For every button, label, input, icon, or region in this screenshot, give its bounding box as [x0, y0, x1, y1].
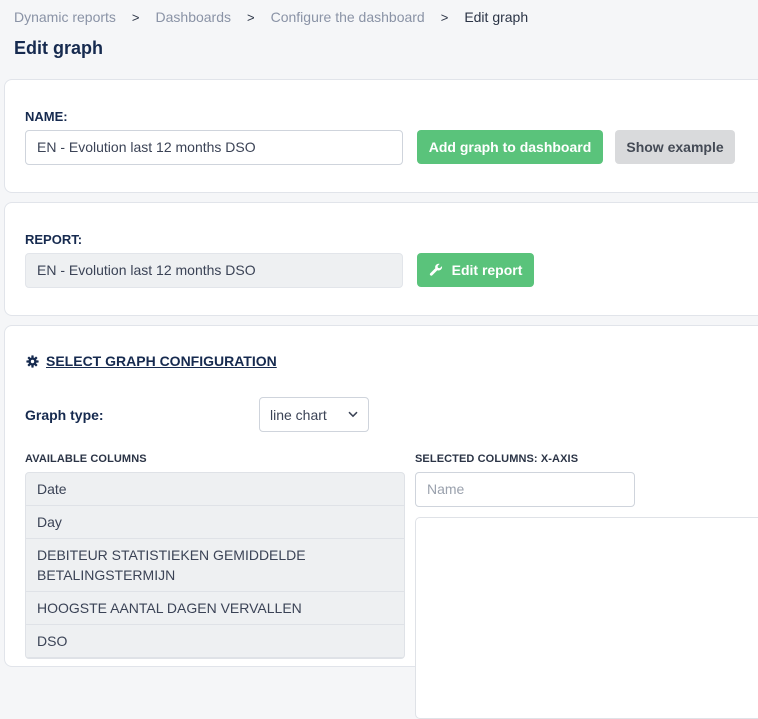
edit-report-label: Edit report — [451, 262, 523, 278]
xaxis-name-input[interactable]: Name — [415, 472, 635, 507]
edit-report-button[interactable]: Edit report — [417, 253, 534, 287]
column-item-date[interactable]: Date — [26, 473, 404, 506]
selected-xaxis-label: SELECTED COLUMNS: X-AXIS — [415, 453, 579, 465]
report-name-field: EN - Evolution last 12 months DSO — [25, 253, 403, 288]
column-item-dso[interactable]: DSO — [26, 625, 404, 658]
available-columns-label: AVAILABLE COLUMNS — [25, 453, 147, 465]
graph-type-select[interactable]: line chart — [259, 397, 369, 432]
gear-icon — [26, 354, 39, 368]
chevron-right-icon: > — [131, 9, 140, 25]
graph-type-label: Graph type: — [25, 407, 104, 423]
chevron-down-icon — [348, 411, 358, 418]
report-label: REPORT: — [25, 232, 83, 247]
wrench-icon — [429, 263, 442, 276]
show-example-button[interactable]: Show example — [615, 130, 735, 164]
breadcrumb-dynamic-reports[interactable]: Dynamic reports — [14, 9, 116, 25]
graph-type-value: line chart — [270, 406, 327, 423]
column-item-day[interactable]: Day — [26, 506, 404, 539]
select-graph-configuration-link[interactable]: SELECT GRAPH CONFIGURATION — [26, 353, 277, 369]
select-graph-configuration-label: SELECT GRAPH CONFIGURATION — [46, 353, 277, 369]
available-columns-list: Date Day DEBITEUR STATISTIEKEN GEMIDDELD… — [25, 472, 405, 659]
breadcrumb: Dynamic reports > Dashboards > Configure… — [14, 9, 528, 25]
xaxis-drop-zone[interactable] — [415, 517, 758, 719]
breadcrumb-configure-dashboard[interactable]: Configure the dashboard — [271, 9, 425, 25]
name-card: NAME: EN - Evolution last 12 months DSO … — [4, 79, 758, 193]
chevron-right-icon: > — [247, 9, 255, 25]
graph-config-card: SELECT GRAPH CONFIGURATION Graph type: l… — [4, 325, 758, 719]
breadcrumb-edit-graph: Edit graph — [464, 9, 529, 25]
add-graph-to-dashboard-button[interactable]: Add graph to dashboard — [417, 130, 603, 164]
column-item-hoogste-aantal-dagen[interactable]: HOOGSTE AANTAL DAGEN VERVALLEN — [26, 592, 404, 625]
report-card: REPORT: EN - Evolution last 12 months DS… — [4, 202, 758, 316]
chevron-right-icon: > — [440, 9, 449, 25]
page-title: Edit graph — [14, 38, 103, 58]
breadcrumb-dashboards[interactable]: Dashboards — [156, 9, 232, 25]
graph-name-input[interactable]: EN - Evolution last 12 months DSO — [25, 130, 403, 165]
name-label: NAME: — [25, 109, 68, 124]
column-item-gemiddelde-betalingstermijn[interactable]: DEBITEUR STATISTIEKEN GEMIDDELDE BETALIN… — [26, 539, 404, 592]
